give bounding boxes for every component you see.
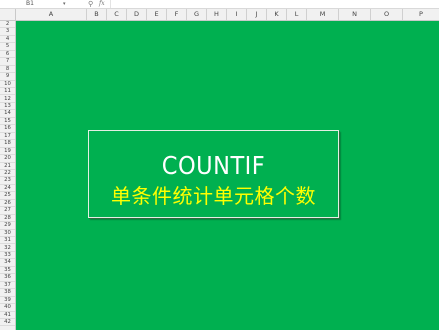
column-header-o[interactable]: O xyxy=(371,9,403,20)
row-header-34[interactable]: 34 xyxy=(0,259,15,267)
column-header-c[interactable]: C xyxy=(107,9,127,20)
fx-icon[interactable]: fx xyxy=(99,0,105,8)
row-header-23[interactable]: 23 xyxy=(0,177,15,185)
row-header-8[interactable]: 8 xyxy=(0,66,15,74)
row-header-31[interactable]: 31 xyxy=(0,237,15,245)
row-header-42[interactable]: 42 xyxy=(0,319,15,327)
name-box-dropdown-icon[interactable]: ▾ xyxy=(63,0,66,8)
row-header-14[interactable]: 14 xyxy=(0,110,15,118)
row-header-19[interactable]: 19 xyxy=(0,148,15,156)
row-header-17[interactable]: 17 xyxy=(0,133,15,141)
row-header-30[interactable]: 30 xyxy=(0,230,15,238)
column-header-j[interactable]: J xyxy=(247,9,267,20)
column-header-h[interactable]: H xyxy=(207,9,227,20)
row-header-40[interactable]: 40 xyxy=(0,304,15,312)
column-header-d[interactable]: D xyxy=(127,9,147,20)
row-header-3[interactable]: 3 xyxy=(0,28,15,36)
row-header-15[interactable]: 15 xyxy=(0,118,15,126)
column-header-g[interactable]: G xyxy=(187,9,207,20)
column-header: A B C D E F G H I J K L M N O P xyxy=(0,9,439,21)
row-header-12[interactable]: 12 xyxy=(0,96,15,103)
zoom-icon[interactable]: ⚲ xyxy=(88,0,93,8)
name-box[interactable]: B1 xyxy=(0,0,66,8)
row-header-13[interactable]: 13 xyxy=(0,103,15,111)
row-header-11[interactable]: 11 xyxy=(0,88,15,96)
row-header-32[interactable]: 32 xyxy=(0,245,15,252)
row-header-16[interactable]: 16 xyxy=(0,125,15,133)
row-header-5[interactable]: 5 xyxy=(0,43,15,51)
row-header-7[interactable]: 7 xyxy=(0,58,15,66)
row-header-18[interactable]: 18 xyxy=(0,140,15,148)
row-header-20[interactable]: 20 xyxy=(0,155,15,163)
row-header-6[interactable]: 6 xyxy=(0,51,15,59)
row-header-22[interactable]: 22 xyxy=(0,170,15,178)
column-header-b[interactable]: B xyxy=(87,9,107,20)
title-main: COUNTIF xyxy=(161,151,266,180)
column-header-f[interactable]: F xyxy=(167,9,187,20)
row-header-4[interactable]: 4 xyxy=(0,36,15,44)
formula-input[interactable] xyxy=(110,0,439,8)
row-header-36[interactable]: 36 xyxy=(0,274,15,282)
row-header-28[interactable]: 28 xyxy=(0,215,15,223)
row-header-21[interactable]: 21 xyxy=(0,163,15,170)
column-header-k[interactable]: K xyxy=(267,9,287,20)
row-header-24[interactable]: 24 xyxy=(0,185,15,193)
row-header: 2 3 4 5 6 7 8 9 10 11 12 13 14 15 16 17 18 19 20 21 22 23 24 25… xyxy=(0,21,16,330)
row-header-35[interactable]: 35 xyxy=(0,267,15,275)
title-subtitle: 单条件统计单元格个数 xyxy=(111,184,316,208)
title-box[interactable]: COUNTIF 单条件统计单元格个数 xyxy=(88,130,339,218)
row-header-41[interactable]: 41 xyxy=(0,312,15,319)
column-header-n[interactable]: N xyxy=(339,9,371,20)
row-header-2[interactable]: 2 xyxy=(0,21,15,29)
column-header-p[interactable]: P xyxy=(403,9,439,20)
row-header-10[interactable]: 10 xyxy=(0,81,15,89)
row-header-26[interactable]: 26 xyxy=(0,200,15,208)
row-header-27[interactable]: 27 xyxy=(0,207,15,215)
formula-bar: B1 ▾ ⚲ fx xyxy=(0,0,439,9)
column-header-m[interactable]: M xyxy=(307,9,339,20)
row-header-29[interactable]: 29 xyxy=(0,222,15,230)
column-header-i[interactable]: I xyxy=(227,9,247,20)
column-header-e[interactable]: E xyxy=(147,9,167,20)
select-all-corner[interactable] xyxy=(0,9,16,20)
row-header-33[interactable]: 33 xyxy=(0,252,15,260)
column-header-l[interactable]: L xyxy=(287,9,307,20)
row-header-9[interactable]: 9 xyxy=(0,73,15,81)
row-header-39[interactable]: 39 xyxy=(0,297,15,305)
column-header-a[interactable]: A xyxy=(16,9,87,20)
row-header-25[interactable]: 25 xyxy=(0,192,15,200)
row-header-37[interactable]: 37 xyxy=(0,282,15,290)
row-header-38[interactable]: 38 xyxy=(0,289,15,297)
